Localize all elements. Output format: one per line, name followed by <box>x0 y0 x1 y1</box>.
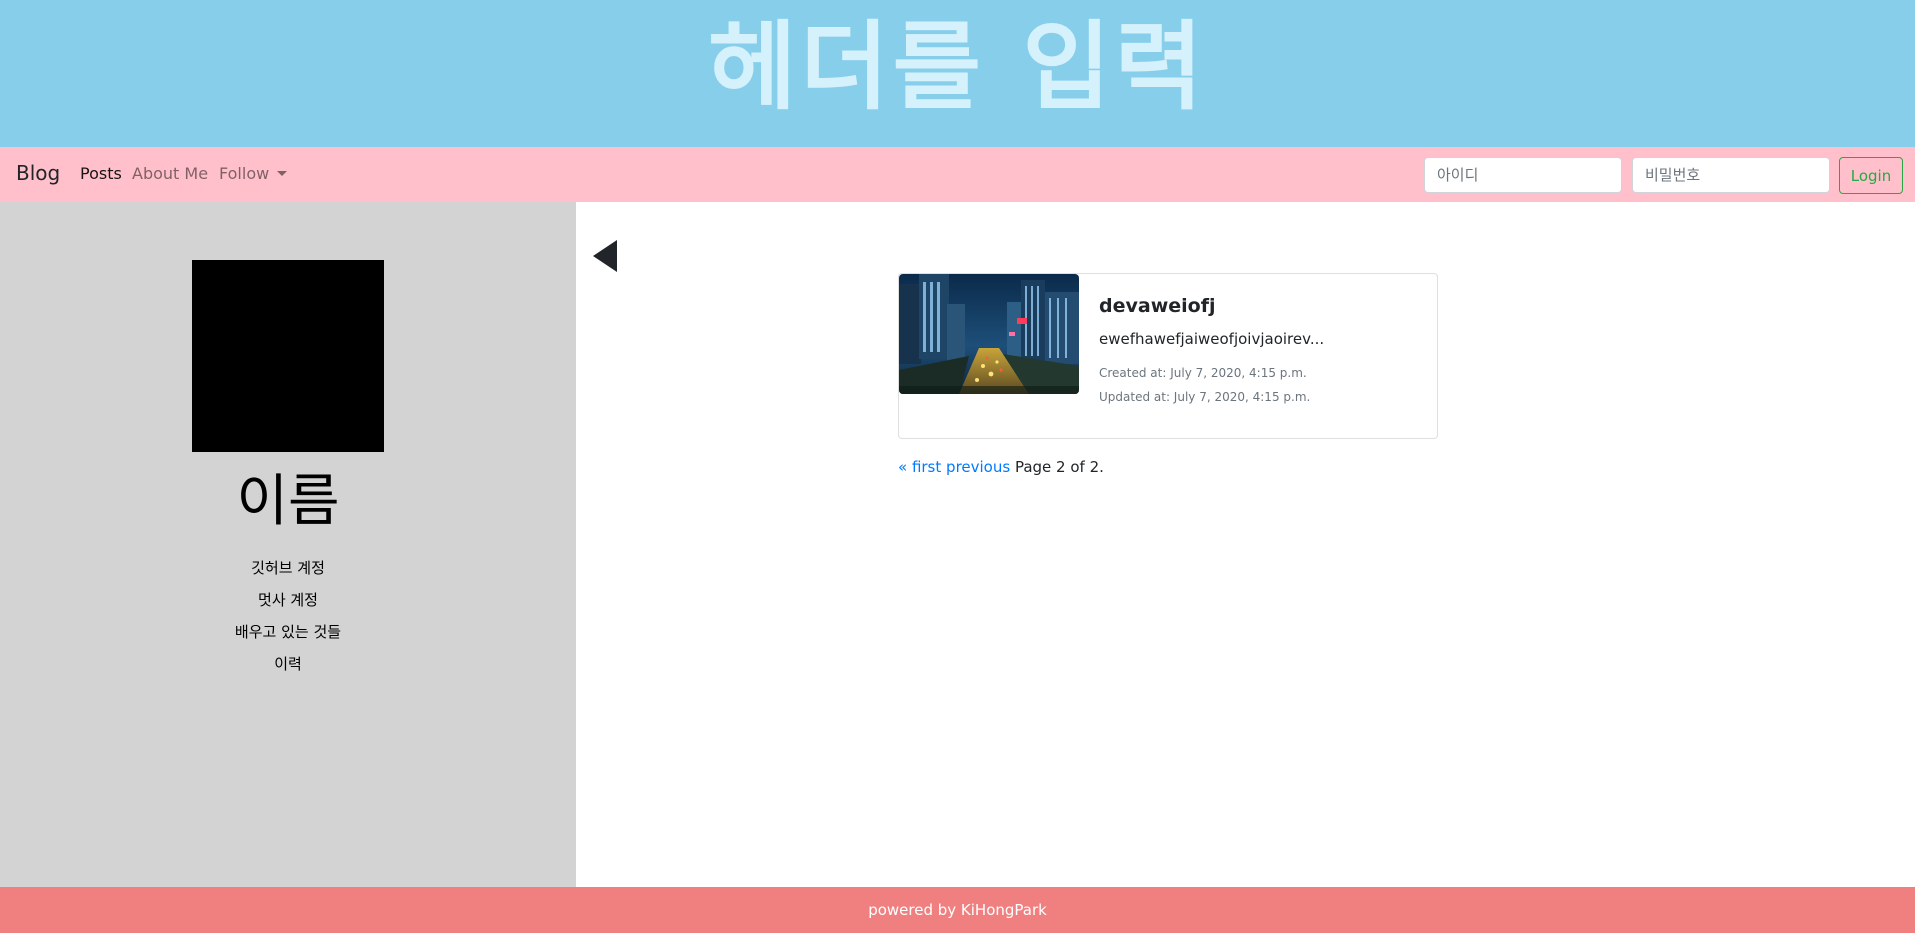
follow-label: Follow <box>219 164 270 183</box>
sidebar-item-resume[interactable]: 이력 <box>0 648 576 680</box>
avatar <box>192 260 384 452</box>
sidebar: 이름 깃허브 계정 멋사 계정 배우고 있는 것들 이력 <box>0 202 576 887</box>
sidebar-item-learning[interactable]: 배우고 있는 것들 <box>0 616 576 648</box>
post-title[interactable]: devaweiofj <box>1099 294 1419 318</box>
pagination: « first previous Page 2 of 2. <box>898 457 1104 477</box>
pagination-status: Page 2 of 2. <box>1014 458 1104 476</box>
header-title: 헤더를 입력 <box>707 11 1208 123</box>
pagination-previous-link[interactable]: previous <box>946 458 1010 476</box>
navbar: Blog Posts About Me Follow Login <box>0 147 1915 202</box>
sidebar-item-github[interactable]: 깃허브 계정 <box>0 552 576 584</box>
post-created-at: Created at: July 7, 2020, 4:15 p.m. <box>1099 366 1307 380</box>
site-header: 헤더를 입력 <box>0 0 1915 147</box>
pagination-first-link[interactable]: « first <box>898 458 941 476</box>
id-input[interactable] <box>1424 157 1622 193</box>
main-content: devaweiofj ewefhawefjaiweofjoivjaoirev..… <box>576 202 1915 887</box>
city-night-image <box>899 274 1079 394</box>
nav-dropdown-follow[interactable]: Follow <box>219 164 288 183</box>
post-excerpt: ewefhawefjaiweofjoivjaoirev... <box>1099 330 1325 348</box>
left-triangle-icon[interactable] <box>593 240 617 272</box>
post-updated-at: Updated at: July 7, 2020, 4:15 p.m. <box>1099 390 1311 404</box>
footer-text: powered by KiHongPark <box>868 901 1047 919</box>
login-button[interactable]: Login <box>1839 157 1903 194</box>
profile-name: 이름 <box>236 469 340 534</box>
post-thumbnail[interactable] <box>899 274 1079 394</box>
caret-down-icon <box>277 171 288 176</box>
site-footer: powered by KiHongPark <box>0 887 1915 933</box>
nav-link-about-me[interactable]: About Me <box>132 165 208 183</box>
post-body: devaweiofj ewefhawefjaiweofjoivjaoirev..… <box>1099 294 1419 409</box>
post-meta: Created at: July 7, 2020, 4:15 p.m. Upda… <box>1099 361 1419 409</box>
nav-link-posts[interactable]: Posts <box>80 165 122 183</box>
navbar-brand[interactable]: Blog <box>16 162 60 184</box>
password-input[interactable] <box>1632 157 1830 193</box>
sidebar-item-likelion[interactable]: 멋사 계정 <box>0 584 576 616</box>
post-card[interactable]: devaweiofj ewefhawefjaiweofjoivjaoirev..… <box>898 273 1438 439</box>
sidebar-links: 깃허브 계정 멋사 계정 배우고 있는 것들 이력 <box>0 552 576 680</box>
